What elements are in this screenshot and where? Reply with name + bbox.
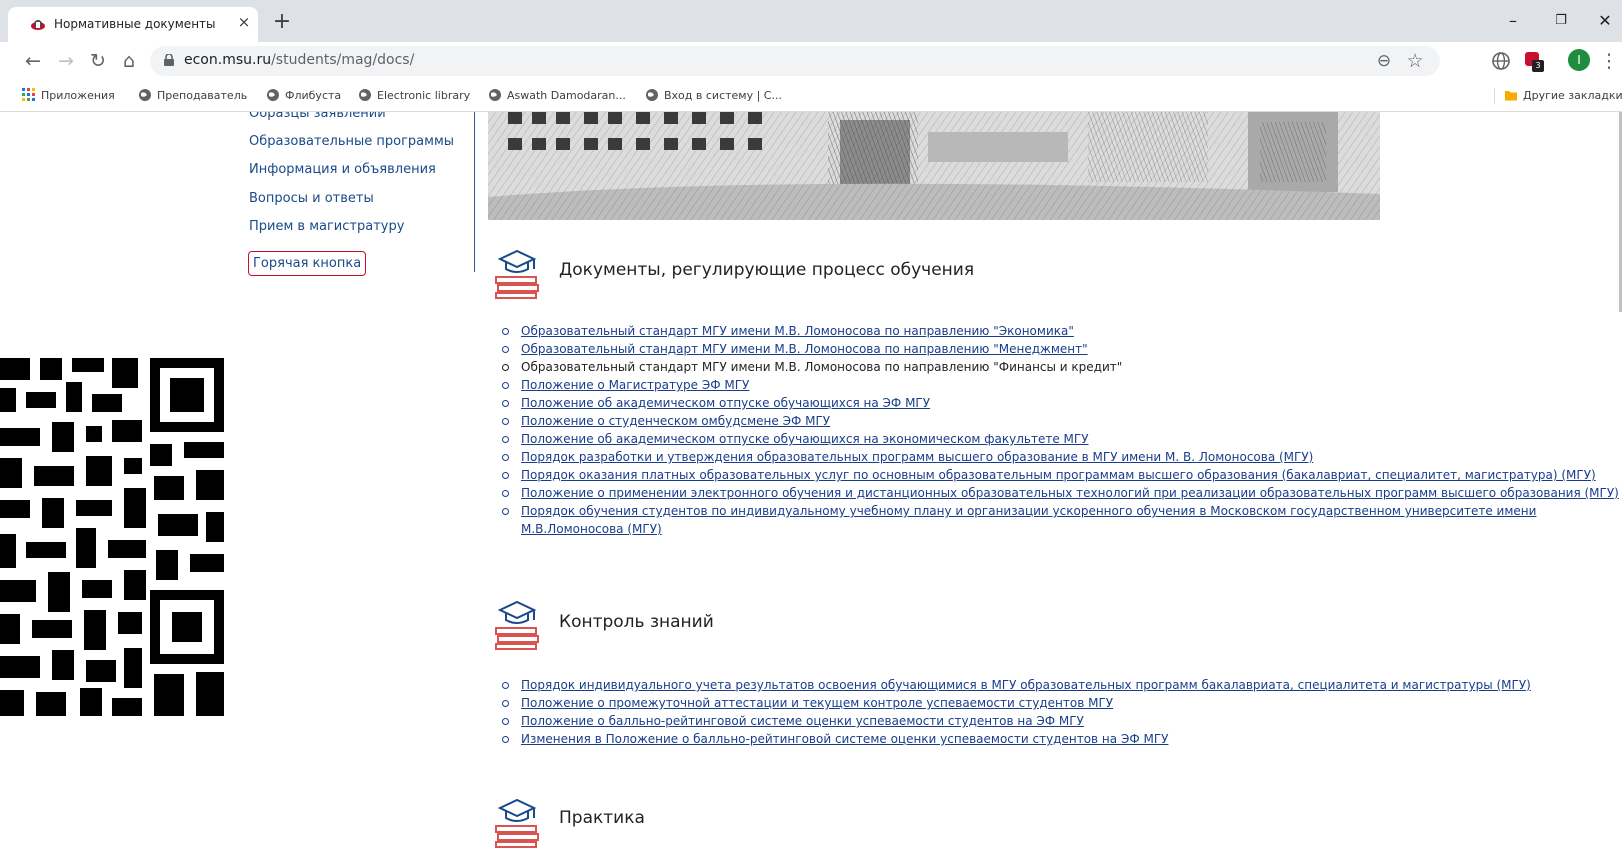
profile-avatar[interactable]: I (1568, 49, 1590, 71)
apps-grid-icon (22, 88, 35, 101)
extension-icon[interactable]: 3 (1522, 50, 1544, 72)
lock-icon (164, 54, 174, 66)
bookmark-item[interactable]: Aswath Damodaran... (488, 88, 626, 102)
list-item: Образовательный стандарт МГУ имени М.В. … (500, 358, 1622, 376)
bookmark-item[interactable]: Вход в систему | С... (645, 88, 782, 102)
sidebar-divider (474, 112, 475, 272)
browser-tab[interactable]: Нормативные документы × (8, 7, 258, 42)
globe-icon (489, 89, 501, 101)
graduation-cap-books-icon (495, 249, 539, 299)
forward-button[interactable]: → (53, 48, 79, 74)
section-title-practice: Практика (559, 808, 645, 828)
sidebar-link-application-forms[interactable]: Образцы заявлений (249, 112, 386, 121)
other-bookmarks-folder[interactable]: Другие закладки (1504, 88, 1622, 102)
bookmarks-bar: Приложения Преподаватель Флибуста Electr… (0, 80, 1622, 112)
browser-toolbar: ← → ↻ ⌂ econ.msu.ru/students/mag/docs/ ⊖… (0, 42, 1622, 80)
tab-title: Нормативные документы (54, 17, 216, 31)
minimize-button[interactable]: – (1498, 8, 1528, 34)
home-button[interactable]: ⌂ (116, 48, 142, 74)
list-item[interactable]: Порядок оказания платных образовательных… (500, 466, 1622, 484)
sidebar-link-faq[interactable]: Вопросы и ответы (249, 191, 374, 206)
section-title-knowledge-control: Контроль знаний (559, 612, 714, 632)
tab-strip: Нормативные документы × + – ❐ ✕ (0, 0, 1622, 42)
study-documents-list: Образовательный стандарт МГУ имени М.В. … (500, 322, 1622, 538)
globe-icon (359, 89, 371, 101)
bookmark-item[interactable]: Electronic library (358, 88, 470, 102)
new-tab-button[interactable]: + (270, 8, 294, 36)
address-bar[interactable]: econ.msu.ru/students/mag/docs/ ⊖ ☆ (150, 46, 1440, 76)
list-item[interactable]: Положение о Магистратуре ЭФ МГУ (500, 376, 1622, 394)
list-item[interactable]: Изменения в Положение о балльно-рейтинго… (500, 730, 1531, 748)
bookmark-apps[interactable]: Приложения (22, 88, 115, 102)
chrome-menu-icon[interactable]: ⋮ (1596, 48, 1622, 74)
list-item[interactable]: Положение об академическом отпуске обуча… (500, 394, 1622, 412)
globe-icon (139, 89, 151, 101)
list-item[interactable]: Образовательный стандарт МГУ имени М.В. … (500, 322, 1622, 340)
extension-badge: 3 (1532, 60, 1544, 72)
knowledge-control-list: Порядок индивидуального учета результато… (500, 676, 1531, 748)
list-item[interactable]: Порядок индивидуального учета результато… (500, 676, 1531, 694)
zoom-icon[interactable]: ⊖ (1372, 49, 1396, 73)
list-item[interactable]: Порядок обучения студентов по индивидуал… (500, 502, 1622, 538)
msu-favicon-icon (31, 20, 45, 30)
qr-code-icon[interactable] (0, 358, 224, 716)
folder-icon (1505, 91, 1517, 101)
sidebar-link-educational-programs[interactable]: Образовательные программы (249, 134, 454, 149)
globe-icon (267, 89, 279, 101)
restore-button[interactable]: ❐ (1546, 8, 1576, 34)
sidebar-link-admission[interactable]: Прием в магистратуру (249, 219, 404, 234)
faculty-building-banner (488, 112, 1380, 220)
url-text: econ.msu.ru/students/mag/docs/ (184, 52, 415, 68)
list-item[interactable]: Положение о студенческом омбудсмене ЭФ М… (500, 412, 1622, 430)
close-window-button[interactable]: ✕ (1590, 8, 1620, 34)
back-button[interactable]: ← (20, 48, 46, 74)
bookmark-star-icon[interactable]: ☆ (1403, 49, 1427, 73)
list-item[interactable]: Образовательный стандарт МГУ имени М.В. … (500, 340, 1622, 358)
bookmarks-separator (1494, 88, 1495, 104)
globe-icon (646, 89, 658, 101)
globe-icon[interactable] (1490, 50, 1512, 72)
list-item[interactable]: Положение об академическом отпуске обуча… (500, 430, 1622, 448)
list-item[interactable]: Положение о применении электронного обуч… (500, 484, 1622, 502)
tab-close-icon[interactable]: × (234, 12, 254, 32)
list-item[interactable]: Положение о промежуточной аттестации и т… (500, 694, 1531, 712)
sidebar-link-info-announcements[interactable]: Информация и объявления (249, 162, 436, 177)
page-content: Образцы заявлений Образовательные програ… (0, 112, 1622, 868)
hot-button[interactable]: Горячая кнопка (248, 251, 367, 276)
section-title-study-documents: Документы, регулирующие процесс обучения (559, 260, 975, 280)
bookmark-item[interactable]: Преподаватель (138, 88, 247, 102)
graduation-cap-books-icon (495, 798, 539, 848)
list-item[interactable]: Положение о балльно-рейтинговой системе … (500, 712, 1531, 730)
reload-button[interactable]: ↻ (85, 48, 111, 74)
bookmark-item[interactable]: Флибуста (266, 88, 341, 102)
graduation-cap-books-icon (495, 600, 539, 650)
list-item[interactable]: Порядок разработки и утверждения образов… (500, 448, 1622, 466)
